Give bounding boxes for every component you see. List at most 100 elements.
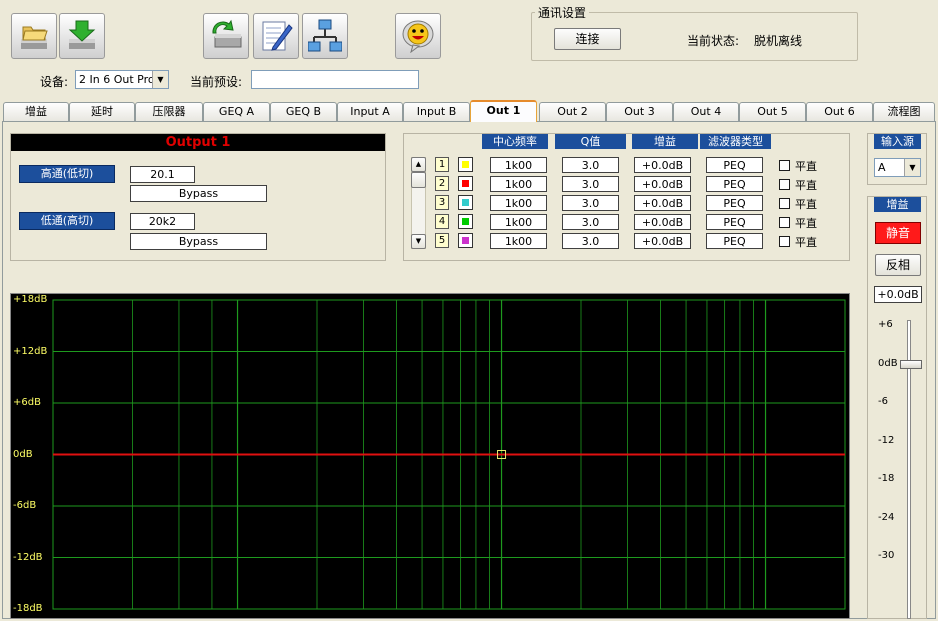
load-device-button[interactable] xyxy=(203,13,249,59)
tab-13[interactable]: 流程图 xyxy=(873,102,935,121)
peq-band-type[interactable]: PEQ xyxy=(706,157,763,173)
tab-label: 流程图 xyxy=(887,105,921,118)
peq-band-number: 2 xyxy=(435,176,449,191)
input-source-select[interactable]: A ▼ xyxy=(874,158,921,177)
invert-label: 反相 xyxy=(885,258,910,272)
peq-band-number: 3 xyxy=(435,195,449,210)
peq-band-q[interactable]: 3.0 xyxy=(562,157,619,173)
peq-band-flat-checkbox[interactable] xyxy=(779,217,790,228)
tab-0[interactable]: 增益 xyxy=(3,102,69,121)
color-swatch-fill xyxy=(462,161,469,168)
color-swatch-fill xyxy=(462,218,469,225)
about-button[interactable] xyxy=(395,13,441,59)
peq-band-color-swatch[interactable] xyxy=(458,195,473,210)
status-value: 脱机离线 xyxy=(754,34,803,48)
peq-band-type[interactable]: PEQ xyxy=(706,214,763,230)
tab-label: Out 6 xyxy=(824,105,855,118)
tab-1[interactable]: 延时 xyxy=(69,102,135,121)
peq-band-freq[interactable]: 1k00 xyxy=(490,176,547,192)
graph-y-label: -12dB xyxy=(13,551,43,563)
peq-band-q[interactable]: 3.0 xyxy=(562,214,619,230)
folder-open-icon xyxy=(21,26,48,49)
status-label: 当前状态: xyxy=(687,34,740,48)
highpass-freq[interactable]: 20.1 xyxy=(130,166,195,183)
tab-2[interactable]: 压限器 xyxy=(135,102,203,121)
invert-button[interactable]: 反相 xyxy=(875,254,921,276)
scroll-up-icon[interactable]: ▲ xyxy=(411,157,426,172)
scroll-thumb[interactable] xyxy=(411,172,426,188)
network-icon xyxy=(308,19,342,52)
tab-9[interactable]: Out 3 xyxy=(606,102,673,121)
eq-graph-svg xyxy=(52,299,846,610)
output-title: Output 1 xyxy=(11,134,385,151)
device-select[interactable]: 2 In 6 Out Pro ▼ xyxy=(75,70,169,89)
lowpass-freq[interactable]: 20k2 xyxy=(130,213,195,230)
connect-button[interactable]: 连接 xyxy=(554,28,621,50)
device-label: 设备: xyxy=(40,75,69,89)
tab-12[interactable]: Out 6 xyxy=(806,102,873,121)
lowpass-type[interactable]: Bypass xyxy=(130,233,267,250)
comm-settings-title: 通讯设置 xyxy=(535,4,590,21)
tab-7[interactable]: Out 1 xyxy=(470,100,537,122)
peq-band-gain[interactable]: +0.0dB xyxy=(634,214,691,230)
peq-band-type[interactable]: PEQ xyxy=(706,233,763,249)
peq-band-q[interactable]: 3.0 xyxy=(562,176,619,192)
highpass-button[interactable]: 高通(低切) xyxy=(19,165,115,183)
peq-band-freq[interactable]: 1k00 xyxy=(490,214,547,230)
peq-band-color-swatch[interactable] xyxy=(458,233,473,248)
gain-scale-label: 0dB xyxy=(878,357,898,369)
tab-5[interactable]: Input A xyxy=(337,102,403,121)
peq-band-flat-checkbox[interactable] xyxy=(779,160,790,171)
peq-band-flat-checkbox[interactable] xyxy=(779,236,790,247)
peq-band-number: 1 xyxy=(435,157,449,172)
peq-band-type[interactable]: PEQ xyxy=(706,176,763,192)
connect-button-label: 连接 xyxy=(575,32,600,46)
peq-band-gain[interactable]: +0.0dB xyxy=(634,233,691,249)
peq-band-freq[interactable]: 1k00 xyxy=(490,233,547,249)
tab-8[interactable]: Out 2 xyxy=(539,102,606,121)
color-swatch-fill xyxy=(462,237,469,244)
tab-label: 压限器 xyxy=(152,105,186,118)
peq-band-color-swatch[interactable] xyxy=(458,176,473,191)
peq-band-q[interactable]: 3.0 xyxy=(562,233,619,249)
tab-11[interactable]: Out 5 xyxy=(739,102,806,121)
tab-4[interactable]: GEQ B xyxy=(270,102,337,121)
peq-band-gain[interactable]: +0.0dB xyxy=(634,176,691,192)
chevron-down-icon[interactable]: ▼ xyxy=(904,159,920,176)
scroll-down-icon[interactable]: ▼ xyxy=(411,234,426,249)
peq-band-color-swatch[interactable] xyxy=(458,157,473,172)
peq-band-freq[interactable]: 1k00 xyxy=(490,157,547,173)
tab-6[interactable]: Input B xyxy=(403,102,470,121)
mute-button[interactable]: 静音 xyxy=(875,222,921,244)
tab-label: 延时 xyxy=(91,105,113,118)
gain-slider-thumb[interactable] xyxy=(900,360,922,369)
peq-band-flat-checkbox[interactable] xyxy=(779,198,790,209)
peq-band-q[interactable]: 3.0 xyxy=(562,195,619,211)
peq-band-flat-label: 平直 xyxy=(795,236,817,249)
peq-band-flat-checkbox[interactable] xyxy=(779,179,790,190)
eq-graph[interactable] xyxy=(10,293,850,619)
peq-band-type[interactable]: PEQ xyxy=(706,195,763,211)
tab-3[interactable]: GEQ A xyxy=(203,102,270,121)
edit-button[interactable] xyxy=(253,13,299,59)
tab-label: Out 2 xyxy=(557,105,588,118)
tab-label: GEQ B xyxy=(285,105,322,118)
chevron-down-icon[interactable]: ▼ xyxy=(152,71,168,88)
lowpass-label: 低通(高切) xyxy=(40,214,94,227)
peq-header-q: Q值 xyxy=(555,134,626,149)
peq-band-gain[interactable]: +0.0dB xyxy=(634,195,691,211)
peq-band-freq[interactable]: 1k00 xyxy=(490,195,547,211)
gain-value[interactable]: +0.0dB xyxy=(874,286,922,303)
peq-band-number: 5 xyxy=(435,233,449,248)
highpass-type[interactable]: Bypass xyxy=(130,185,267,202)
peq-band-color-swatch[interactable] xyxy=(458,214,473,229)
network-button[interactable] xyxy=(302,13,348,59)
peq-band-gain[interactable]: +0.0dB xyxy=(634,157,691,173)
tab-10[interactable]: Out 4 xyxy=(673,102,739,121)
preset-input[interactable] xyxy=(251,70,419,89)
highpass-label: 高通(低切) xyxy=(40,167,94,180)
save-file-button[interactable] xyxy=(59,13,105,59)
input-source-label: 输入源 xyxy=(874,134,921,149)
open-file-button[interactable] xyxy=(11,13,57,59)
lowpass-button[interactable]: 低通(高切) xyxy=(19,212,115,230)
